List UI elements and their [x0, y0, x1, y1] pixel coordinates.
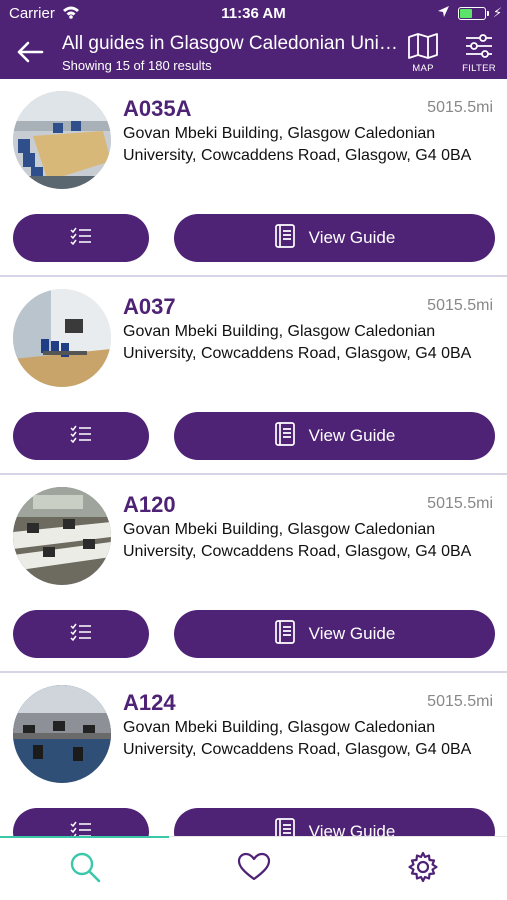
guide-book-icon: [274, 421, 296, 452]
heart-icon: [237, 852, 271, 887]
map-button[interactable]: MAP: [401, 32, 445, 76]
back-button[interactable]: [14, 37, 48, 67]
location-arrow-icon: [437, 5, 450, 22]
checklist-button[interactable]: [13, 214, 149, 262]
venue-photo: [13, 685, 111, 783]
map-icon: [406, 33, 440, 64]
distance-label: 5015.5mi: [427, 99, 493, 116]
charging-icon: ⚡: [493, 5, 503, 20]
view-guide-button[interactable]: View Guide: [174, 214, 495, 262]
checklist-icon: [69, 424, 93, 449]
venue-photo: [13, 289, 111, 387]
filter-button[interactable]: FILTER: [457, 32, 501, 76]
address-text: Govan Mbeki Building, Glasgow Caledonian…: [123, 323, 472, 362]
filter-icon: [462, 34, 496, 64]
checklist-button[interactable]: [13, 610, 149, 658]
status-time: 11:36 AM: [221, 5, 286, 22]
room-name: A120: [123, 492, 176, 517]
view-guide-label: View Guide: [308, 624, 396, 643]
status-bar: Carrier 11:36 AM ⚡: [0, 0, 507, 28]
tab-favourites[interactable]: [169, 837, 338, 900]
search-icon: [68, 850, 102, 889]
address-text: Govan Mbeki Building, Glasgow Caledonian…: [123, 719, 472, 758]
checklist-button[interactable]: [13, 412, 149, 460]
tab-settings[interactable]: [338, 837, 507, 900]
view-guide-label: View Guide: [308, 228, 396, 247]
page-title: All guides in Glasgow Caledonian Univers…: [62, 33, 402, 54]
result-card[interactable]: A035A 5015.5mi Govan Mbeki Building, Gla…: [0, 79, 507, 277]
room-name: A037: [123, 294, 176, 319]
distance-label: 5015.5mi: [427, 693, 493, 710]
guide-book-icon: [274, 223, 296, 254]
room-name: A035A: [123, 96, 192, 121]
distance-label: 5015.5mi: [427, 495, 493, 512]
room-name: A124: [123, 690, 176, 715]
checklist-icon: [69, 226, 93, 251]
results-list[interactable]: A035A 5015.5mi Govan Mbeki Building, Gla…: [0, 79, 507, 836]
result-card[interactable]: A037 5015.5mi Govan Mbeki Building, Glas…: [0, 277, 507, 475]
result-card[interactable]: A120 5015.5mi Govan Mbeki Building, Glas…: [0, 475, 507, 673]
distance-label: 5015.5mi: [427, 297, 493, 314]
app-header: Carrier 11:36 AM ⚡ All guides in Glasgow…: [0, 0, 507, 79]
checklist-icon: [69, 820, 93, 836]
guide-book-icon: [274, 619, 296, 650]
tab-search[interactable]: [0, 836, 169, 900]
gear-icon: [407, 851, 439, 888]
checklist-icon: [69, 622, 93, 647]
tab-bar: [0, 836, 507, 900]
address-text: Govan Mbeki Building, Glasgow Caledonian…: [123, 125, 472, 164]
view-guide-label: View Guide: [308, 822, 396, 836]
view-guide-button[interactable]: View Guide: [174, 808, 495, 836]
view-guide-button[interactable]: View Guide: [174, 610, 495, 658]
result-card[interactable]: A124 5015.5mi Govan Mbeki Building, Glas…: [0, 673, 507, 836]
venue-photo: [13, 487, 111, 585]
address-text: Govan Mbeki Building, Glasgow Caledonian…: [123, 521, 472, 560]
checklist-button[interactable]: [13, 808, 149, 836]
map-label: MAP: [412, 63, 434, 74]
battery-icon: [458, 7, 486, 20]
view-guide-button[interactable]: View Guide: [174, 412, 495, 460]
results-count: Showing 15 of 180 results: [62, 58, 212, 73]
guide-book-icon: [274, 817, 296, 836]
view-guide-label: View Guide: [308, 426, 396, 445]
battery-tip: [487, 11, 489, 16]
filter-label: FILTER: [462, 63, 496, 74]
venue-photo: [13, 91, 111, 189]
